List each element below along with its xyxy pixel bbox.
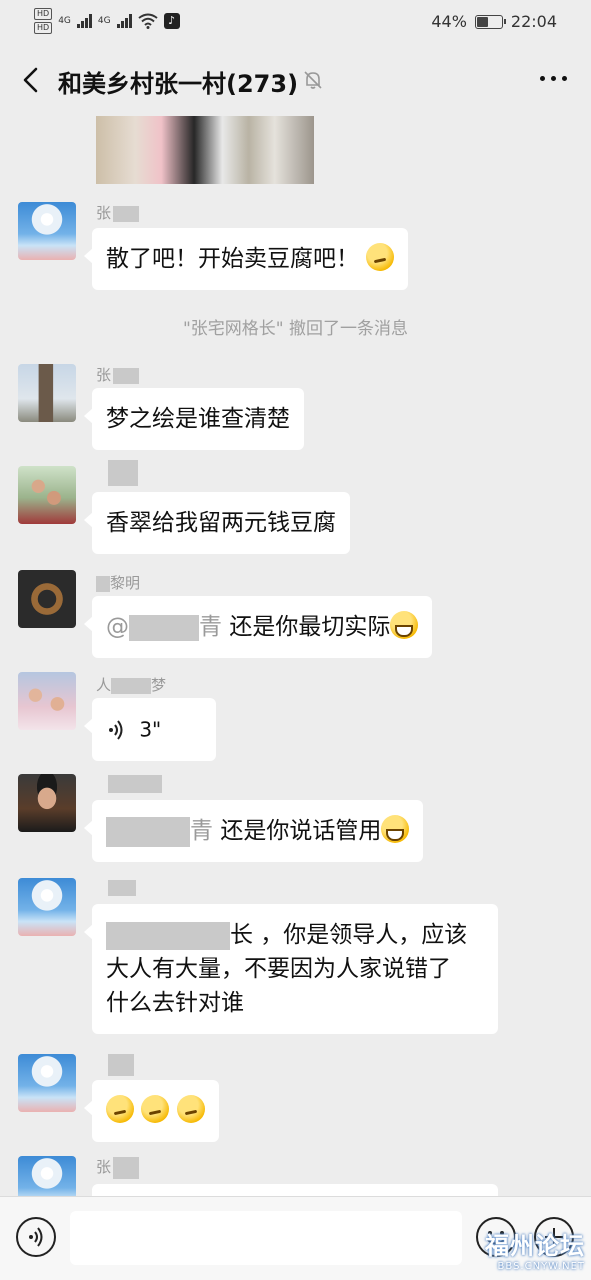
mute-bell-icon <box>304 71 322 89</box>
message-text: 散了吧！开始卖豆腐吧！ <box>106 246 359 272</box>
message-bubble[interactable] <box>84 1080 219 1142</box>
avatar[interactable] <box>18 570 76 628</box>
sender-name: 张 <box>96 364 140 385</box>
battery-percent: 44% <box>431 12 467 31</box>
voice-message-bubble[interactable]: 3" <box>84 698 216 761</box>
system-notice: "张宅网格长" 撤回了一条消息 <box>182 319 409 339</box>
avatar[interactable] <box>18 878 76 936</box>
avatar[interactable] <box>18 466 76 524</box>
message-text: 梦之绘是谁查清楚 <box>106 406 290 432</box>
grinning-face-icon <box>390 611 419 639</box>
network-type-label: 4G <box>97 16 111 26</box>
thinking-face-icon <box>106 1095 134 1123</box>
message-bubble[interactable]: 散了吧！开始卖豆腐吧！ <box>83 228 409 290</box>
signal-icon <box>116 14 132 28</box>
message-input[interactable] <box>70 1211 462 1265</box>
message-text: 还是你最切实际 <box>229 614 391 640</box>
sender-name <box>96 774 162 793</box>
message-bubble[interactable] <box>92 1184 498 1196</box>
mention-text: @ <box>106 614 129 640</box>
watermark: 福州论坛 BBS.CNYW.NET <box>485 1232 585 1272</box>
hd-badge: HD <box>34 8 53 20</box>
sender-name: 张 <box>96 1156 140 1179</box>
sender-name: 张 <box>96 202 140 223</box>
thinking-face-icon <box>176 1095 205 1123</box>
clock: 22:04 <box>510 12 557 31</box>
photo-message[interactable] <box>96 116 314 184</box>
message-bubble[interactable]: 梦之绘是谁查清楚 <box>84 388 304 450</box>
battery-icon <box>474 14 506 29</box>
back-arrow-icon[interactable] <box>18 66 46 94</box>
chat-title: 和美乡村张一村(273) <box>58 70 299 98</box>
signal-icon <box>76 14 92 28</box>
chat-area[interactable]: 张 散了吧！开始卖豆腐吧！ "张宅网格长" 撤回了一条消息 张 梦之绘是谁查清楚… <box>0 116 591 1196</box>
avatar[interactable] <box>18 774 76 832</box>
voice-wave-icon <box>109 719 123 740</box>
avatar[interactable] <box>18 1156 76 1196</box>
message-bubble[interactable]: 青 还是你说话管用 <box>83 800 424 862</box>
sender-name: 人梦 <box>96 676 167 694</box>
avatar[interactable] <box>18 364 76 422</box>
input-bar: 福州论坛 BBS.CNYW.NET <box>0 1196 591 1280</box>
status-left: HD HD 4G 4G ♪ <box>34 8 180 34</box>
message-text: 还是你说话管用 <box>220 818 382 844</box>
more-options-icon[interactable] <box>540 76 567 81</box>
message-bubble[interactable]: @ 青 还是你最切实际 <box>83 596 433 658</box>
battery-fill <box>476 16 489 27</box>
hd-badge: HD <box>34 22 53 34</box>
status-right: 44% 22:04 <box>431 12 557 31</box>
network-type-label: 4G <box>58 16 71 26</box>
avatar[interactable] <box>18 202 76 260</box>
message-text: 香翠给我留两元钱豆腐 <box>106 510 336 536</box>
message-line: 长 ，你是领导人，应该 <box>106 918 484 952</box>
thinking-face-icon <box>366 243 395 271</box>
wifi-icon <box>137 13 158 29</box>
message-line: 大人有大量，不要因为人家说错了 <box>106 956 451 982</box>
message-bubble[interactable]: 香翠给我留两元钱豆腐 <box>84 492 350 554</box>
sender-name <box>96 460 138 486</box>
avatar[interactable] <box>18 1054 76 1112</box>
thinking-face-icon <box>141 1095 170 1123</box>
avatar[interactable] <box>18 672 76 730</box>
mention-text: 青 <box>199 614 222 640</box>
tiktok-icon: ♪ <box>163 13 180 29</box>
sender-name <box>96 1054 134 1076</box>
message-line: 什么去针对谁 <box>106 990 244 1016</box>
voice-input-button[interactable] <box>16 1217 56 1257</box>
voice-duration: 3" <box>139 717 162 742</box>
sender-name: 黎明 <box>96 572 140 593</box>
sender-name <box>96 878 136 896</box>
chat-header: 和美乡村张一村(273) <box>0 44 591 116</box>
voice-icon <box>29 1227 43 1247</box>
message-bubble[interactable]: 长 ，你是领导人，应该 大人有大量，不要因为人家说错了 什么去针对谁 <box>84 904 498 1034</box>
mention-text: 青 <box>190 818 213 844</box>
status-bar: HD HD 4G 4G ♪ 44% 22:04 <box>0 0 591 44</box>
grinning-face-icon <box>381 815 410 843</box>
